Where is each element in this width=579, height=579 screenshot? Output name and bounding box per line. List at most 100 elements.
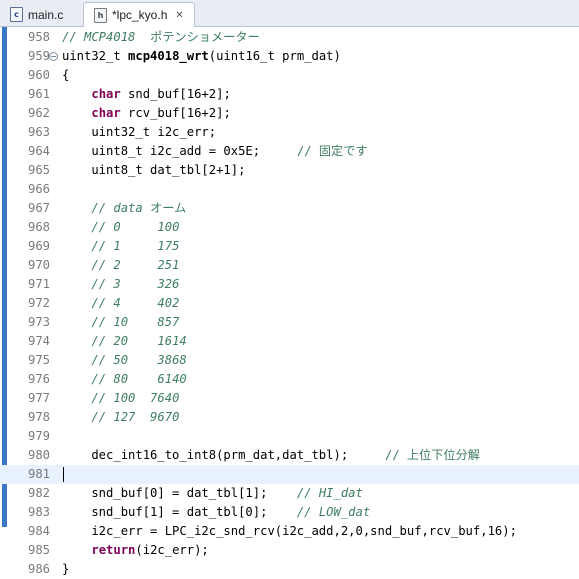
- line-number: 978: [28, 410, 51, 424]
- code-text: // 100 7640: [62, 389, 179, 408]
- header-file-icon: h: [94, 7, 107, 23]
- code-token: uint8_t dat_tbl[2+1];: [62, 163, 246, 177]
- line-number: 962: [28, 106, 51, 120]
- comment-token: // data: [91, 201, 151, 215]
- text-caret: [63, 467, 64, 482]
- comment-token: // 127 9670: [91, 410, 180, 424]
- tab-label: main.c: [28, 7, 64, 22]
- line-number: 964: [28, 144, 51, 158]
- code-line[interactable]: 962 char rcv_buf[16+2];: [0, 104, 579, 123]
- code-line[interactable]: 976 // 80 6140: [0, 370, 579, 389]
- code-line[interactable]: 983 snd_buf[1] = dat_tbl[0]; // LOW_dat: [0, 503, 579, 522]
- comment-token: // 80 6140: [91, 372, 187, 386]
- code-line[interactable]: 977 // 100 7640: [0, 389, 579, 408]
- code-line[interactable]: 961 char snd_buf[16+2];: [0, 85, 579, 104]
- line-number: 971: [28, 277, 51, 291]
- code-line[interactable]: 978 // 127 9670: [0, 408, 579, 427]
- current-code-line[interactable]: 981: [0, 465, 579, 484]
- code-text: uint32_t i2c_err;: [62, 123, 216, 142]
- editor-tab-bar: c main.c h *lpc_kyo.h ✕: [0, 0, 579, 27]
- code-line[interactable]: 986}: [0, 560, 579, 579]
- code-line[interactable]: 975 // 50 3868: [0, 351, 579, 370]
- code-token: rcv_buf[16+2];: [120, 106, 231, 120]
- comment-token: // HI_dat: [296, 486, 363, 500]
- code-text: // 1 175: [62, 237, 179, 256]
- line-number: 975: [28, 353, 51, 367]
- code-line[interactable]: 968 // 0 100: [0, 218, 579, 237]
- code-line[interactable]: 969 // 1 175: [0, 237, 579, 256]
- code-text: }: [62, 560, 69, 579]
- tab-main-c[interactable]: c main.c: [2, 2, 80, 27]
- comment-token: // 2 251: [91, 258, 180, 272]
- code-token: snd_buf[16+2];: [120, 87, 231, 101]
- code-editor[interactable]: 958// MCP4018 ポテンショメーター 959− uint32_t mcp4…: [0, 27, 579, 576]
- code-line[interactable]: 971 // 3 326: [0, 275, 579, 294]
- code-line[interactable]: 973 // 10 857: [0, 313, 579, 332]
- fold-collapse-icon[interactable]: −: [49, 52, 58, 61]
- line-number: 973: [28, 315, 51, 329]
- code-text: snd_buf[0] = dat_tbl[1]; // HI_dat: [62, 484, 363, 503]
- code-token: i2c_err = LPC_i2c_snd_rcv(i2c_add,2,0,sn…: [62, 524, 517, 538]
- code-line[interactable]: 982 snd_buf[0] = dat_tbl[1]; // HI_dat: [0, 484, 579, 503]
- comment-token: // 固定です: [296, 144, 368, 158]
- comment-token: // 50 3868: [91, 353, 187, 367]
- code-token: snd_buf[0] = dat_tbl[1];: [62, 486, 297, 500]
- code-line[interactable]: 979: [0, 427, 579, 446]
- code-text: uint8_t i2c_add = 0x5E; // 固定です: [62, 142, 368, 161]
- comment-token: オーム: [150, 201, 187, 215]
- code-line[interactable]: 966: [0, 180, 579, 199]
- code-line[interactable]: 985 return(i2c_err);: [0, 541, 579, 560]
- code-line[interactable]: 970 // 2 251: [0, 256, 579, 275]
- line-number: 980: [28, 448, 51, 462]
- comment-token: // 4 402: [91, 296, 180, 310]
- tab-lpc-kyo-h[interactable]: h *lpc_kyo.h ✕: [83, 2, 195, 27]
- code-token: uint32_t: [62, 49, 129, 63]
- close-icon[interactable]: ✕: [175, 10, 183, 21]
- line-number: 965: [28, 163, 51, 177]
- code-line[interactable]: 963 uint32_t i2c_err;: [0, 123, 579, 142]
- code-text: // data オーム: [62, 199, 186, 218]
- line-number: 968: [28, 220, 51, 234]
- code-line[interactable]: 972 // 4 402: [0, 294, 579, 313]
- code-text: // 3 326: [62, 275, 179, 294]
- comment-token: // MCP4018: [62, 30, 151, 44]
- code-line[interactable]: 967 // data オーム: [0, 199, 579, 218]
- line-number: 969: [28, 239, 51, 253]
- code-line[interactable]: 960 {: [0, 66, 579, 85]
- line-number: 970: [28, 258, 51, 272]
- line-number: 986: [28, 562, 51, 576]
- c-source-file-icon: c: [10, 7, 23, 22]
- line-number: 958: [28, 30, 51, 44]
- code-text: dec_int16_to_int8(prm_dat,dat_tbl); // 上…: [62, 446, 480, 465]
- code-line[interactable]: 958 // MCP4018 ポテンショメーター: [0, 28, 579, 47]
- code-line[interactable]: 980 dec_int16_to_int8(prm_dat,dat_tbl); …: [0, 446, 579, 465]
- keyword-token: return: [91, 543, 136, 557]
- line-number: 979: [28, 429, 51, 443]
- function-name-token: mcp4018_wrt: [128, 49, 209, 63]
- code-text: uint32_t mcp4018_wrt(uint16_t prm_dat): [62, 47, 341, 66]
- line-number: 983: [28, 505, 51, 519]
- code-text: // 50 3868: [62, 351, 187, 370]
- code-line[interactable]: 965 uint8_t dat_tbl[2+1];: [0, 161, 579, 180]
- tab-label: *lpc_kyo.h: [112, 8, 168, 22]
- code-line[interactable]: 984 i2c_err = LPC_i2c_snd_rcv(i2c_add,2,…: [0, 522, 579, 541]
- code-token: dec_int16_to_int8(prm_dat,dat_tbl);: [62, 448, 385, 462]
- line-number: 974: [28, 334, 51, 348]
- code-line[interactable]: 974 // 20 1614: [0, 332, 579, 351]
- code-text: {: [62, 66, 69, 85]
- code-text: // 20 1614: [62, 332, 186, 351]
- line-number: 960: [28, 68, 51, 82]
- line-number: 966: [28, 182, 51, 196]
- code-line[interactable]: 959− uint32_t mcp4018_wrt(uint16_t prm_da…: [0, 47, 579, 66]
- code-line[interactable]: 964 uint8_t i2c_add = 0x5E; // 固定です: [0, 142, 579, 161]
- comment-token: // 0 100: [91, 220, 180, 234]
